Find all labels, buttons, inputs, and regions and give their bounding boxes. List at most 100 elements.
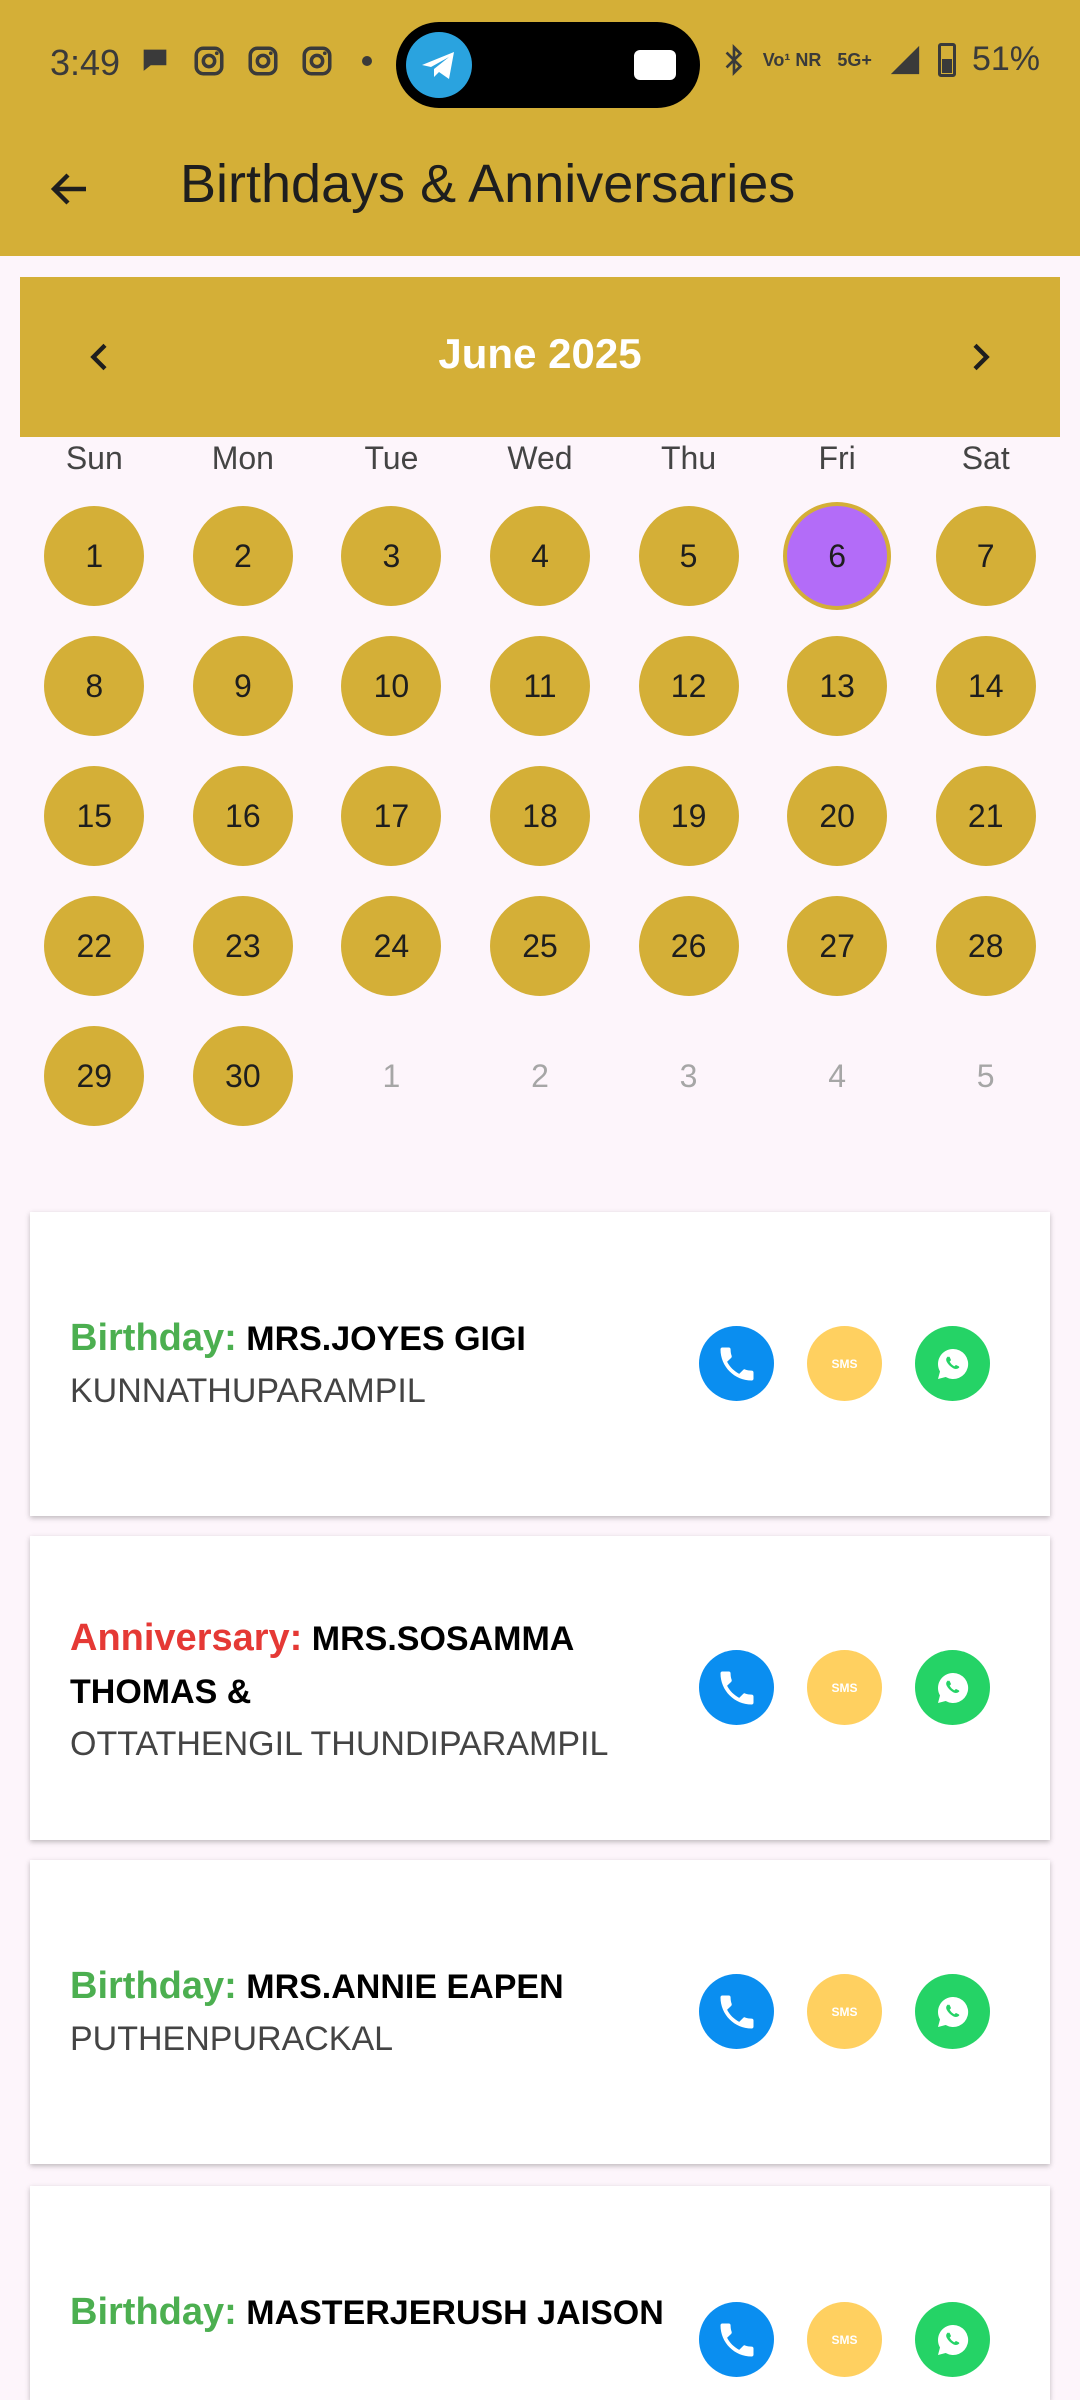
calendar-day[interactable]: 25 [489,896,590,996]
chat-bubble-icon [143,49,167,71]
event-card: Birthday: MRS.ANNIE EAPEN PUTHENPURACKAL… [30,1860,1050,2164]
phone-icon [720,1347,753,1380]
page-title: Birthdays & Anniversaries [180,154,796,214]
call-button[interactable] [699,1650,774,1725]
volte-indicator: Vo¹ NR [762,49,822,70]
calendar-day[interactable]: 20 [787,766,888,866]
app-bar: Birthdays & Anniversaries [0,125,1080,256]
sms-icon: SMS [831,2332,858,2347]
calendar-day[interactable]: 30 [192,1026,293,1126]
phone-icon [720,1671,753,1704]
call-button[interactable] [699,2302,774,2377]
calendar-day[interactable]: 9 [192,636,293,736]
event-card: Anniversary: MRS.SOSAMMA THOMAS & OTTATH… [30,1536,1050,1840]
whatsapp-icon [937,1672,968,1703]
event-type-label: Anniversary: [70,1617,303,1659]
sms-button[interactable]: SMS [807,1974,882,2049]
notification-icons [138,44,372,78]
system-icons: Vo¹ NR 5G+ 51% [721,40,1040,79]
event-details: Birthday: MRS.JOYES GIGI KUNNATHUPARAMPI… [70,1312,670,1416]
weekday-row: Sun Mon Tue Wed Thu Fri Sat [20,440,1060,477]
calendar-day[interactable]: 4 [489,506,590,606]
more-notifications-dot [362,56,372,66]
sms-icon: SMS [831,1680,858,1695]
calendar-day-next-month: 3 [679,1057,698,1094]
event-type-label: Birthday: [70,2291,237,2333]
event-details: Birthday: MASTERJERUSH JAISON [70,2286,670,2340]
instagram-icon [194,46,224,76]
calendar-day[interactable]: 15 [44,766,145,866]
arrow-left-icon [50,173,86,205]
calendar-day[interactable]: 13 [787,636,888,736]
calendar-day[interactable]: 5 [638,506,739,606]
event-card: Birthday: MRS.JOYES GIGI KUNNATHUPARAMPI… [30,1212,1050,1516]
weekday-label: Mon [211,440,274,476]
chevron-right-icon [973,343,990,371]
calendar-month-label: June 2025 [438,330,642,377]
weekday-label: Tue [364,440,419,476]
event-type-label: Birthday: [70,1317,237,1359]
event-details: Birthday: MRS.ANNIE EAPEN PUTHENPURACKAL [70,1960,670,2064]
instagram-icon [302,46,332,76]
whatsapp-button[interactable] [915,1974,990,2049]
next-month-button[interactable] [950,327,1010,387]
battery-icon [937,42,956,77]
status-time: 3:49 [50,42,121,83]
family-name: OTTATHENGIL THUNDIPARAMPIL [70,1725,609,1763]
family-name: PUTHENPURACKAL [70,2020,394,2058]
calendar-grid: 1 2 3 4 5 6 7 8 9 10 11 12 13 14 15 16 1… [20,491,1060,1141]
calendar-day[interactable]: 26 [638,896,739,996]
sms-icon: SMS [831,1356,858,1371]
family-name: KUNNATHUPARAMPIL [70,1372,426,1410]
event-type-label: Birthday: [70,1965,237,2007]
calendar-day[interactable]: 2 [192,506,293,606]
calendar-day[interactable]: 10 [341,636,442,736]
instagram-icon [248,46,278,76]
calendar-day[interactable]: 18 [489,766,590,866]
network-type: 5G+ [837,49,872,70]
calendar-day[interactable]: 8 [44,636,145,736]
call-button[interactable] [699,1974,774,2049]
weekday-label: Thu [660,440,717,476]
calendar-day[interactable]: 16 [192,766,293,866]
whatsapp-button[interactable] [915,2302,990,2377]
sms-button[interactable]: SMS [807,1650,882,1725]
calendar-day[interactable]: 27 [787,896,888,996]
sms-button[interactable]: SMS [807,1326,882,1401]
calendar-day[interactable]: 22 [44,896,145,996]
calendar-day-selected[interactable]: 6 [783,502,892,610]
back-button[interactable] [38,157,102,221]
sms-icon: SMS [831,2004,858,2019]
calendar-day[interactable]: 28 [935,896,1036,996]
phone-icon [720,1995,753,2028]
calendar-day[interactable]: 7 [935,506,1036,606]
sms-button[interactable]: SMS [807,2302,882,2377]
whatsapp-button[interactable] [915,1326,990,1401]
calendar-day[interactable]: 12 [638,636,739,736]
calendar-day[interactable]: 14 [935,636,1036,736]
calendar-day-next-month: 5 [976,1057,995,1094]
event-card: Birthday: MASTERJERUSH JAISON SMS [30,2186,1050,2400]
signal-icon [890,45,920,74]
whatsapp-button[interactable] [915,1650,990,1725]
calendar-day-next-month: 2 [531,1057,549,1094]
calendar-day[interactable]: 29 [44,1026,145,1126]
calendar-header: June 2025 [20,277,1060,437]
weekday-label: Fri [818,440,856,476]
calendar-day[interactable]: 17 [341,766,442,866]
whatsapp-icon [937,1996,968,2027]
calendar-day[interactable]: 1 [44,506,145,606]
calendar-day[interactable]: 21 [935,766,1036,866]
weekday-label: Sat [961,440,1010,476]
message-icon [634,50,676,80]
calendar-day[interactable]: 23 [192,896,293,996]
call-button[interactable] [699,1326,774,1401]
event-details: Anniversary: MRS.SOSAMMA THOMAS & OTTATH… [70,1612,670,1769]
calendar-day[interactable]: 3 [341,506,442,606]
person-name: MRS.JOYES GIGI [246,1320,526,1358]
calendar-day[interactable]: 19 [638,766,739,866]
dynamic-island[interactable] [396,22,700,108]
calendar-day[interactable]: 24 [341,896,442,996]
weekday-label: Wed [507,440,573,476]
calendar-day[interactable]: 11 [489,636,590,736]
